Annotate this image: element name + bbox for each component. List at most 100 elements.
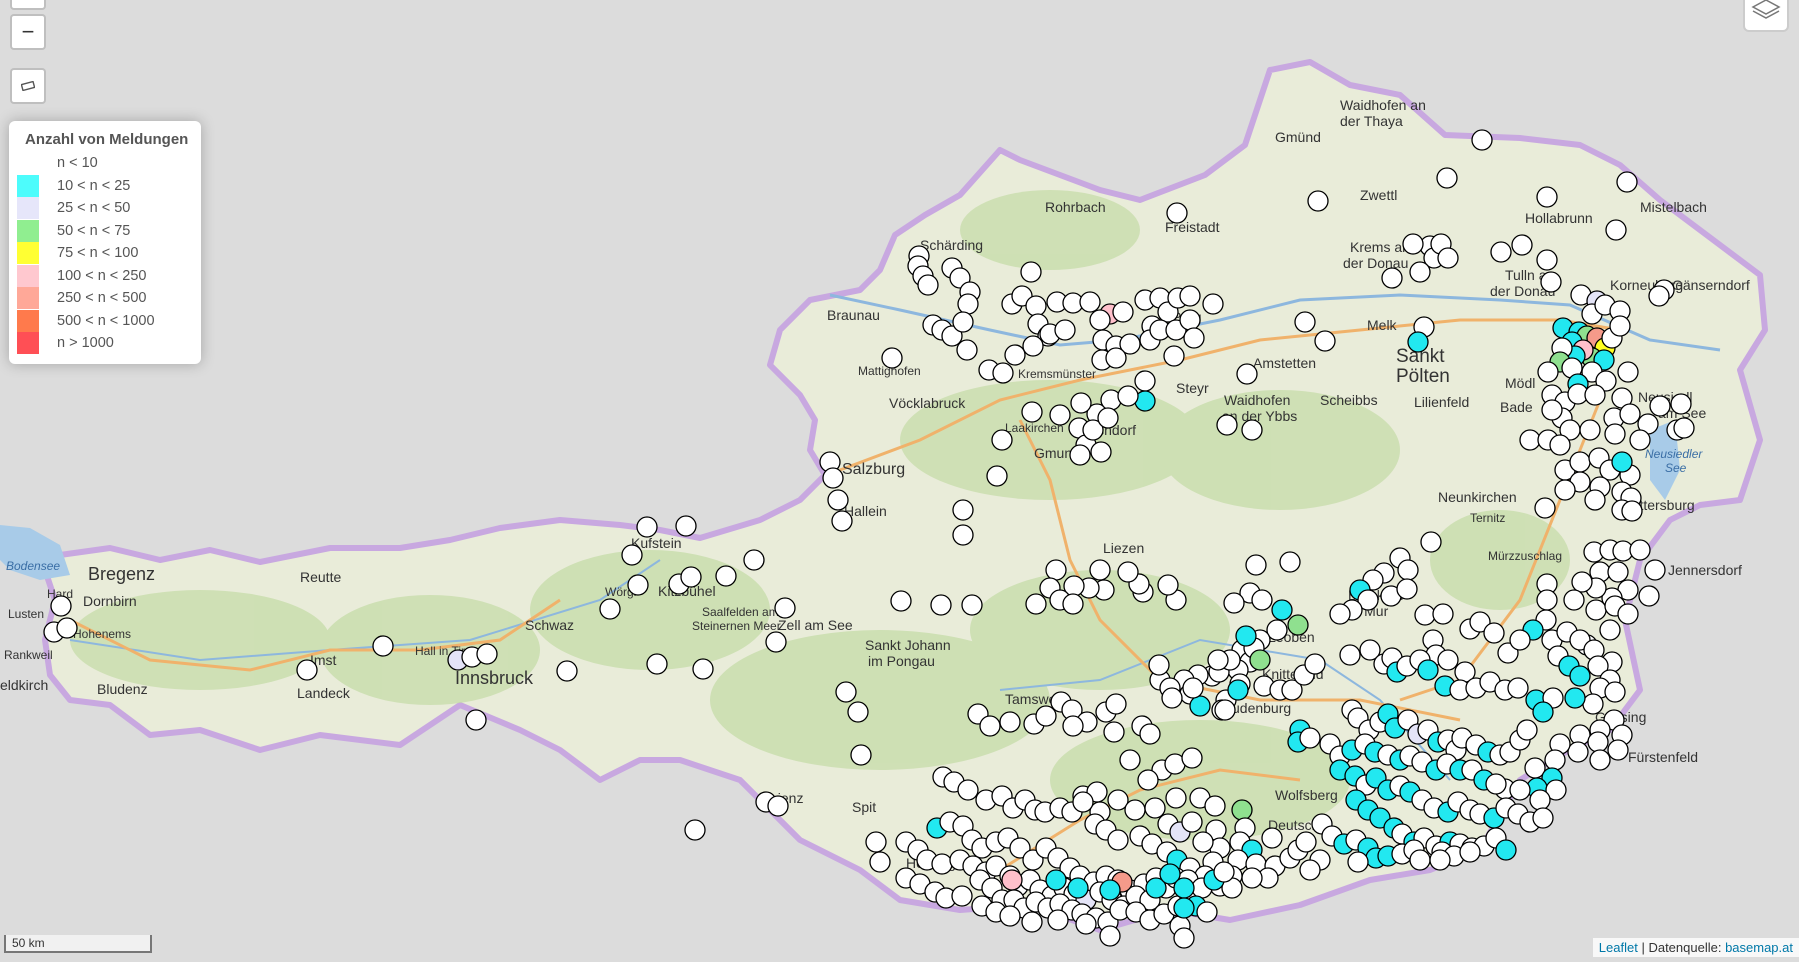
- report-marker[interactable]: [1079, 291, 1101, 313]
- report-marker[interactable]: [847, 701, 869, 723]
- report-marker[interactable]: [1673, 417, 1695, 439]
- report-marker[interactable]: [1249, 649, 1271, 671]
- zoom-out-button[interactable]: −: [10, 14, 46, 50]
- report-marker[interactable]: [1471, 129, 1493, 151]
- report-marker[interactable]: [1509, 779, 1531, 801]
- report-marker[interactable]: [1414, 604, 1436, 626]
- report-marker[interactable]: [1571, 571, 1593, 593]
- report-marker[interactable]: [1139, 723, 1161, 745]
- report-marker[interactable]: [1148, 654, 1170, 676]
- report-marker[interactable]: [1213, 861, 1235, 883]
- report-marker[interactable]: [1097, 407, 1119, 429]
- report-marker[interactable]: [957, 779, 979, 801]
- report-marker[interactable]: [1183, 327, 1205, 349]
- report-marker[interactable]: [952, 499, 974, 521]
- report-marker[interactable]: [1103, 721, 1125, 743]
- report-marker[interactable]: [296, 659, 318, 681]
- report-marker[interactable]: [1089, 309, 1111, 331]
- report-marker[interactable]: [1261, 827, 1283, 849]
- report-marker[interactable]: [476, 643, 498, 665]
- report-marker[interactable]: [931, 853, 953, 875]
- report-marker[interactable]: [1516, 719, 1538, 741]
- report-marker[interactable]: [865, 831, 887, 853]
- report-marker[interactable]: [1001, 869, 1023, 891]
- report-marker[interactable]: [56, 617, 78, 639]
- report-marker[interactable]: [1483, 622, 1505, 644]
- report-marker[interactable]: [999, 711, 1021, 733]
- report-marker[interactable]: [1304, 653, 1326, 675]
- report-marker[interactable]: [1607, 561, 1629, 583]
- report-marker[interactable]: [827, 489, 849, 511]
- report-marker[interactable]: [1157, 574, 1179, 596]
- report-marker[interactable]: [1025, 593, 1047, 615]
- report-marker[interactable]: [1179, 309, 1201, 331]
- report-marker[interactable]: [1541, 399, 1563, 421]
- report-marker[interactable]: [1629, 429, 1651, 451]
- report-marker[interactable]: [1189, 695, 1211, 717]
- report-marker[interactable]: [767, 795, 789, 817]
- report-marker[interactable]: [1579, 419, 1601, 441]
- report-marker[interactable]: [952, 524, 974, 546]
- report-marker[interactable]: [1117, 561, 1139, 583]
- report-marker[interactable]: [1067, 877, 1089, 899]
- report-marker[interactable]: [1459, 841, 1481, 863]
- report-marker[interactable]: [627, 574, 649, 596]
- report-marker[interactable]: [1045, 559, 1067, 581]
- report-marker[interactable]: [999, 905, 1021, 927]
- report-marker[interactable]: [1536, 589, 1558, 611]
- report-marker[interactable]: [1231, 799, 1253, 821]
- report-marker[interactable]: [1567, 741, 1589, 763]
- report-marker[interactable]: [1532, 807, 1554, 829]
- report-marker[interactable]: [1099, 879, 1121, 901]
- report-marker[interactable]: [930, 594, 952, 616]
- report-marker[interactable]: [1134, 370, 1156, 392]
- report-marker[interactable]: [1179, 285, 1201, 307]
- report-marker[interactable]: [1648, 285, 1670, 307]
- leaflet-link[interactable]: Leaflet: [1599, 940, 1638, 955]
- report-marker[interactable]: [692, 658, 714, 680]
- report-marker[interactable]: [1299, 727, 1321, 749]
- report-marker[interactable]: [556, 660, 578, 682]
- report-marker[interactable]: [1532, 701, 1554, 723]
- report-marker[interactable]: [1072, 791, 1094, 813]
- basemap-link[interactable]: basemap.at: [1725, 940, 1793, 955]
- report-marker[interactable]: [1589, 749, 1611, 771]
- report-marker[interactable]: [831, 510, 853, 532]
- report-marker[interactable]: [1182, 677, 1204, 699]
- report-marker[interactable]: [1192, 831, 1214, 853]
- report-marker[interactable]: [1529, 789, 1551, 811]
- report-marker[interactable]: [1062, 593, 1084, 615]
- report-marker[interactable]: [1569, 665, 1591, 687]
- report-marker[interactable]: [1407, 331, 1429, 353]
- report-marker[interactable]: [1047, 909, 1069, 931]
- report-marker[interactable]: [1644, 559, 1666, 581]
- report-marker[interactable]: [1536, 249, 1558, 271]
- report-marker[interactable]: [1485, 773, 1507, 795]
- report-marker[interactable]: [743, 549, 765, 571]
- report-marker[interactable]: [1670, 393, 1692, 415]
- report-marker[interactable]: [1519, 429, 1541, 451]
- report-marker[interactable]: [1495, 839, 1517, 861]
- report-marker[interactable]: [1307, 190, 1329, 212]
- report-marker[interactable]: [1540, 271, 1562, 293]
- report-marker[interactable]: [1509, 629, 1531, 651]
- report-marker[interactable]: [1347, 851, 1369, 873]
- report-marker[interactable]: [822, 467, 844, 489]
- report-marker[interactable]: [1437, 649, 1459, 671]
- report-marker[interactable]: [774, 597, 796, 619]
- report-marker[interactable]: [1105, 347, 1127, 369]
- report-marker[interactable]: [1035, 705, 1057, 727]
- report-marker[interactable]: [1629, 539, 1651, 561]
- report-marker[interactable]: [765, 631, 787, 653]
- report-marker[interactable]: [1045, 869, 1067, 891]
- report-marker[interactable]: [1117, 385, 1139, 407]
- report-marker[interactable]: [957, 293, 979, 315]
- report-marker[interactable]: [1604, 681, 1626, 703]
- report-marker[interactable]: [465, 709, 487, 731]
- report-marker[interactable]: [680, 566, 702, 588]
- report-marker[interactable]: [1271, 599, 1293, 621]
- report-marker[interactable]: [1235, 625, 1257, 647]
- report-marker[interactable]: [1490, 241, 1512, 263]
- report-marker[interactable]: [1204, 795, 1226, 817]
- report-marker[interactable]: [1236, 363, 1258, 385]
